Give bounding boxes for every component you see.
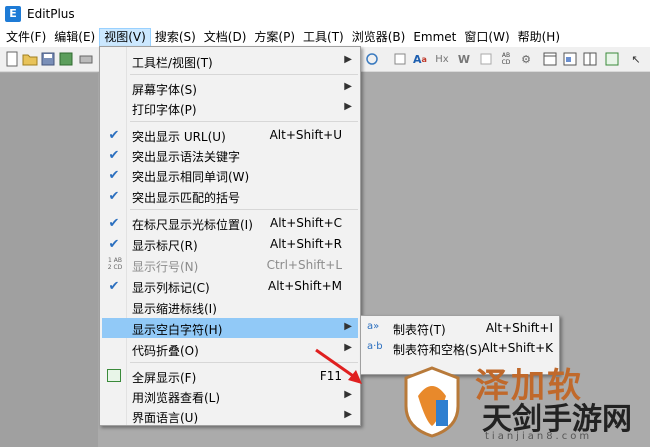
menu-item-show-whitespace[interactable]: 显示空白字符(H) ▶ bbox=[102, 318, 358, 338]
menu-7[interactable]: 浏览器(B) bbox=[348, 28, 410, 47]
menu-item-ui-language[interactable]: 界面语言(U) ▶ bbox=[102, 406, 358, 426]
title-bar: E EditPlus bbox=[0, 0, 650, 27]
checkmark-icon: ✔ bbox=[108, 278, 120, 294]
menu-6[interactable]: 工具(T) bbox=[299, 28, 348, 47]
settings-gear-icon[interactable]: ⚙ bbox=[518, 51, 534, 67]
submenu-arrow-icon: ▶ bbox=[344, 409, 352, 420]
menu-item-highlight-keywords[interactable]: ✔ 突出显示语法关键字 bbox=[102, 145, 358, 165]
menu-1[interactable]: 编辑(E) bbox=[50, 28, 99, 47]
menu-0[interactable]: 文件(F) bbox=[2, 28, 50, 47]
menu-separator bbox=[130, 74, 358, 75]
save-icon[interactable] bbox=[40, 51, 56, 67]
submenu-item-tabs[interactable]: a» 制表符(T) Alt+Shift+I bbox=[363, 318, 559, 338]
menu-bar: 文件(F) 编辑(E) 视图(V) 搜索(S) 文档(D) 方案(P) 工具(T) 浏览器(B… bbox=[0, 27, 650, 47]
watermark: 泽加软 天剑手游网 tianjian8.com bbox=[380, 358, 650, 447]
browser-icon[interactable] bbox=[364, 51, 380, 67]
pointer-icon[interactable]: ↖ bbox=[628, 51, 644, 67]
window-title: EditPlus bbox=[27, 6, 75, 21]
menu-separator bbox=[130, 209, 358, 210]
menu-item-indent-guides[interactable]: 显示缩进标线(I) bbox=[102, 297, 358, 317]
menu-3[interactable]: 搜索(S) bbox=[151, 28, 200, 47]
html-tag-icon[interactable]: Hx bbox=[432, 51, 452, 67]
menu-4[interactable]: 文档(D) bbox=[200, 28, 251, 47]
tab-char-icon: a» bbox=[367, 321, 380, 332]
menu-item-ruler-cursor[interactable]: ✔ 在标尺显示光标位置(I) Alt+Shift+C bbox=[102, 213, 358, 233]
menu-5[interactable]: 方案(P) bbox=[250, 28, 299, 47]
annotation-arrow-icon bbox=[315, 348, 362, 384]
menu-item-highlight-brackets[interactable]: ✔ 突出显示匹配的括号 bbox=[102, 186, 358, 206]
menu-item-highlight-url[interactable]: ✔ 突出显示 URL(U) Alt+Shift+U bbox=[102, 125, 358, 145]
menu-item-print-font[interactable]: 打印字体(P) ▶ bbox=[102, 98, 358, 118]
menu-separator bbox=[130, 121, 358, 122]
menu-item-screen-font[interactable]: 屏幕字体(S) ▶ bbox=[102, 78, 358, 98]
submenu-item-tabs-spaces[interactable]: a·b 制表符和空格(S) Alt+Shift+K bbox=[363, 338, 559, 358]
checkmark-icon: ✔ bbox=[108, 236, 120, 252]
line-number-icon[interactable]: AB CD bbox=[498, 51, 514, 67]
submenu-arrow-icon: ▶ bbox=[344, 101, 352, 112]
checkmark-icon: ✔ bbox=[108, 167, 120, 183]
save-all-icon[interactable] bbox=[58, 51, 74, 67]
menu-item-show-ruler[interactable]: ✔ 显示标尺(R) Alt+Shift+R bbox=[102, 234, 358, 254]
menu-8[interactable]: Emmet bbox=[409, 28, 460, 47]
menu-2[interactable]: 视图(V) bbox=[99, 27, 151, 47]
checkmark-icon: ✔ bbox=[108, 215, 120, 231]
window-tile-icon[interactable] bbox=[542, 51, 558, 67]
font-icon[interactable]: Aa bbox=[412, 51, 428, 67]
submenu-arrow-icon: ▶ bbox=[344, 321, 352, 332]
fullscreen-icon[interactable] bbox=[604, 51, 620, 67]
line-numbers-icon: 1 AB 2 CD bbox=[107, 257, 123, 271]
menu-item-column-marker[interactable]: ✔ 显示列标记(C) Alt+Shift+M bbox=[102, 276, 358, 296]
menu-9[interactable]: 窗口(W) bbox=[460, 28, 513, 47]
print-icon[interactable] bbox=[78, 51, 94, 67]
watermark-logo-icon bbox=[404, 366, 460, 438]
menu-item-toolbar-view[interactable]: 工具栏/视图(T) ▶ bbox=[102, 51, 358, 71]
left-panel bbox=[0, 73, 98, 447]
menu-item-line-numbers: 1 AB 2 CD 显示行号(N) Ctrl+Shift+L bbox=[102, 255, 358, 275]
checkmark-icon: ✔ bbox=[108, 147, 120, 163]
menu-10[interactable]: 帮助(H) bbox=[514, 28, 564, 47]
checkmark-icon: ✔ bbox=[108, 188, 120, 204]
spellcheck-icon[interactable] bbox=[478, 51, 494, 67]
menu-item-highlight-same-words[interactable]: ✔ 突出显示相同单词(W) bbox=[102, 165, 358, 185]
submenu-arrow-icon: ▶ bbox=[344, 54, 352, 65]
fullscreen-icon bbox=[107, 369, 121, 382]
submenu-arrow-icon: ▶ bbox=[344, 81, 352, 92]
checkmark-icon: ✔ bbox=[108, 127, 120, 143]
window-split-icon[interactable] bbox=[582, 51, 598, 67]
window-cascade-icon[interactable] bbox=[562, 51, 578, 67]
word-wrap-icon[interactable] bbox=[392, 51, 408, 67]
new-file-icon[interactable] bbox=[4, 51, 20, 67]
open-folder-icon[interactable] bbox=[22, 51, 38, 67]
word-count-icon[interactable]: W bbox=[456, 51, 472, 67]
editplus-logo-icon: E bbox=[5, 5, 21, 22]
